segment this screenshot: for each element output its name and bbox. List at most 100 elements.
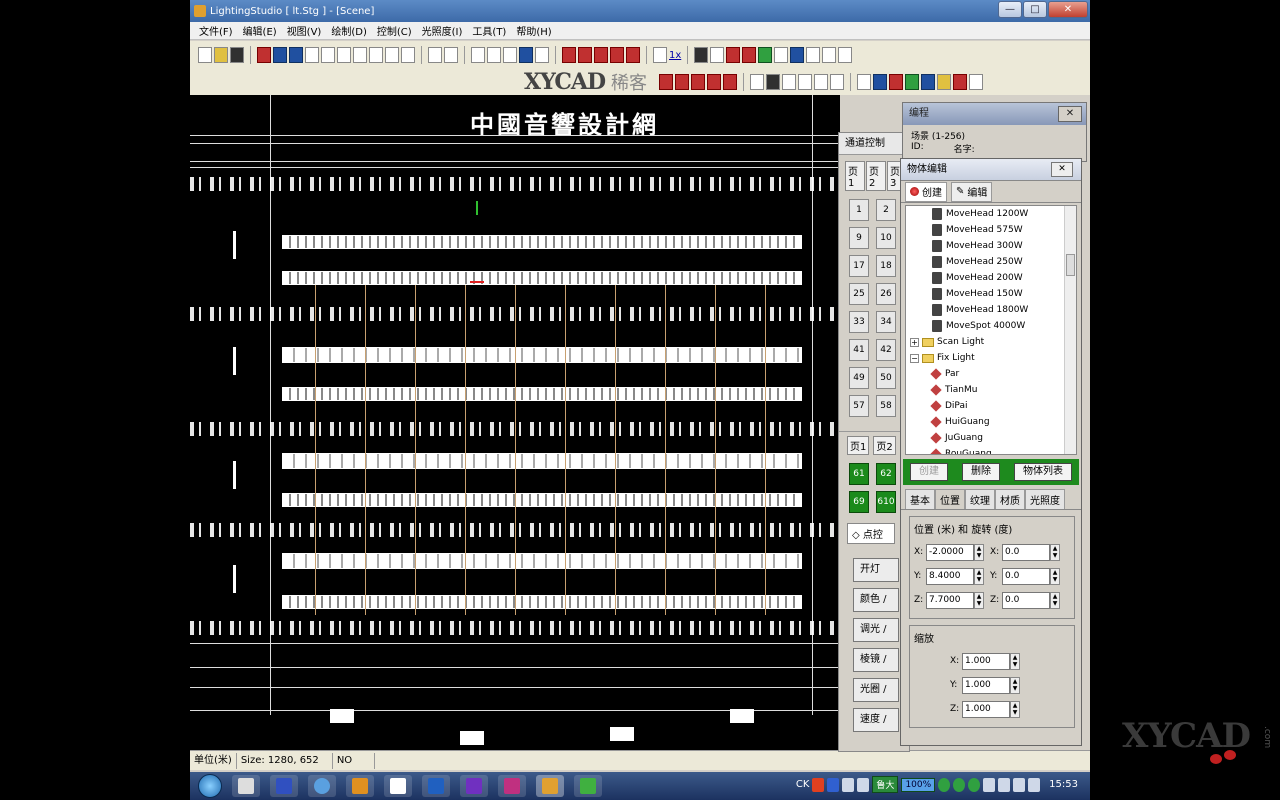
tree-expander-icon[interactable]: − — [910, 353, 919, 363]
zoom-icon[interactable] — [385, 47, 399, 63]
cube-2-icon[interactable] — [594, 47, 608, 63]
blue-block-icon[interactable] — [790, 47, 805, 63]
crosshair-icon[interactable] — [369, 47, 383, 63]
rotation-input[interactable]: 0.0 — [1002, 567, 1050, 585]
palette-icon[interactable] — [774, 47, 789, 63]
spinner-icon[interactable]: ▲ ▼ — [1010, 652, 1020, 670]
tree-item[interactable]: MoveHead 1800W — [906, 302, 1076, 318]
square-icon[interactable] — [798, 74, 813, 90]
tray-green-2-icon[interactable] — [953, 777, 966, 792]
cube-icon[interactable] — [578, 47, 592, 63]
channel-button[interactable]: 50 — [876, 367, 896, 389]
light-icon[interactable] — [726, 47, 741, 63]
tray-network-icon[interactable] — [983, 777, 996, 792]
zoom-level-label[interactable]: 1x — [669, 50, 681, 61]
mirror-icon[interactable] — [535, 47, 549, 63]
tree-icon[interactable] — [905, 74, 920, 90]
tree-item[interactable]: MoveHead 200W — [906, 270, 1076, 286]
property-tab[interactable]: 基本 — [905, 489, 935, 509]
brush-icon[interactable] — [503, 47, 517, 63]
tree-item[interactable]: JuGuang — [906, 430, 1076, 446]
taskbar-app-4[interactable] — [346, 775, 374, 797]
columns-icon[interactable] — [969, 74, 984, 90]
channel-control-button[interactable]: 速度 / — [853, 708, 899, 732]
tree-item[interactable]: + Scan Light — [906, 334, 1076, 350]
menu-view[interactable]: 视图(V) — [282, 23, 327, 38]
taskbar-app-7[interactable] — [460, 775, 488, 797]
menu-control[interactable]: 控制(C) — [372, 23, 417, 38]
flag-icon[interactable] — [766, 74, 781, 90]
truss[interactable] — [282, 595, 802, 609]
tray-chip-percent[interactable]: 100% — [901, 777, 936, 792]
tree-item[interactable]: − Fix Light — [906, 350, 1076, 366]
tree-item[interactable]: MoveHead 575W — [906, 222, 1076, 238]
m-shape-icon[interactable] — [782, 74, 797, 90]
channel-button[interactable]: 49 — [849, 367, 869, 389]
rack-icon[interactable] — [953, 74, 968, 90]
stage-block[interactable] — [330, 709, 354, 723]
axis-gizmo-y[interactable] — [476, 201, 478, 215]
tree-scrollbar[interactable] — [1064, 206, 1076, 454]
menu-edit[interactable]: 编辑(E) — [238, 23, 282, 38]
tray-green-3-icon[interactable] — [968, 777, 981, 792]
channel-button[interactable]: 33 — [849, 311, 869, 333]
position-input[interactable]: 8.4000 — [926, 567, 974, 585]
anchor-2-icon[interactable] — [273, 47, 287, 63]
scale-input[interactable]: 1.000 — [962, 652, 1010, 670]
scale-input[interactable]: 1.000 — [962, 676, 1010, 694]
property-tab[interactable]: 纹理 — [965, 489, 995, 509]
menu-file[interactable]: 文件(F) — [194, 23, 238, 38]
property-tab[interactable]: 材质 — [995, 489, 1025, 509]
channel-page-tab-1[interactable]: 页1 — [845, 161, 865, 191]
red-cone-icon[interactable] — [691, 74, 706, 90]
fixture-icon[interactable] — [694, 47, 709, 63]
channel-button[interactable]: 2 — [876, 199, 896, 221]
tray-flag-icon[interactable] — [998, 777, 1011, 792]
channel-button[interactable]: 57 — [849, 395, 869, 417]
channel-control-button[interactable]: 调光 / — [853, 618, 899, 642]
tray-help-icon[interactable] — [827, 777, 840, 792]
chart-icon[interactable] — [937, 74, 952, 90]
channel-button-active[interactable]: 62 — [876, 463, 896, 485]
cube-3-icon[interactable] — [610, 47, 624, 63]
box-icon[interactable] — [750, 74, 765, 90]
taskbar-app-1[interactable] — [232, 775, 260, 797]
comb-icon[interactable] — [921, 74, 936, 90]
channel-button[interactable]: 17 — [849, 255, 869, 277]
start-button[interactable] — [198, 774, 222, 798]
document-icon[interactable] — [814, 74, 829, 90]
red-pyramid-icon[interactable] — [723, 74, 738, 90]
channel-button[interactable]: 25 — [849, 283, 869, 305]
grid-icon[interactable] — [471, 47, 485, 63]
undo-icon[interactable] — [428, 47, 442, 63]
channel-button-active[interactable]: 610 — [876, 491, 896, 513]
tree-item[interactable]: MoveHead 300W — [906, 238, 1076, 254]
link-icon[interactable] — [337, 47, 351, 63]
rotation-input[interactable]: 0.0 — [1002, 591, 1050, 609]
channel-button[interactable]: 9 — [849, 227, 869, 249]
tray-s-icon[interactable] — [812, 777, 825, 792]
tree-scroll-thumb[interactable] — [1066, 254, 1075, 276]
pan-icon[interactable] — [321, 47, 335, 63]
spinner-icon[interactable]: ▲ ▼ — [974, 591, 984, 609]
fixture-tree[interactable]: MoveHead 1200W MoveHead 575W MoveHead 300W… — [905, 205, 1077, 455]
hatch-2-icon[interactable] — [822, 47, 837, 63]
menu-draw[interactable]: 绘制(D) — [326, 23, 372, 38]
object-list-button[interactable]: 物体列表 — [1014, 463, 1072, 481]
stack-icon[interactable] — [889, 74, 904, 90]
move-icon[interactable] — [305, 47, 319, 63]
section-tab-2[interactable]: 页2 — [873, 436, 896, 455]
truss-icon[interactable] — [838, 47, 853, 63]
menu-tools[interactable]: 工具(T) — [467, 23, 511, 38]
channel-button[interactable]: 10 — [876, 227, 896, 249]
table-icon[interactable] — [562, 47, 576, 63]
tree-item[interactable]: DiPai — [906, 398, 1076, 414]
tray-monitor-icon[interactable] — [1013, 777, 1026, 792]
channel-page-tab-2[interactable]: 页2 — [866, 161, 886, 191]
tray-volume-icon[interactable] — [1028, 777, 1041, 792]
programming-close-icon[interactable]: ✕ — [1058, 106, 1082, 122]
channel-control-button[interactable]: 光圈 / — [853, 678, 899, 702]
spinner-icon[interactable]: ▲ ▼ — [1050, 567, 1060, 585]
save-icon[interactable] — [230, 47, 244, 63]
measure-icon[interactable] — [873, 74, 888, 90]
